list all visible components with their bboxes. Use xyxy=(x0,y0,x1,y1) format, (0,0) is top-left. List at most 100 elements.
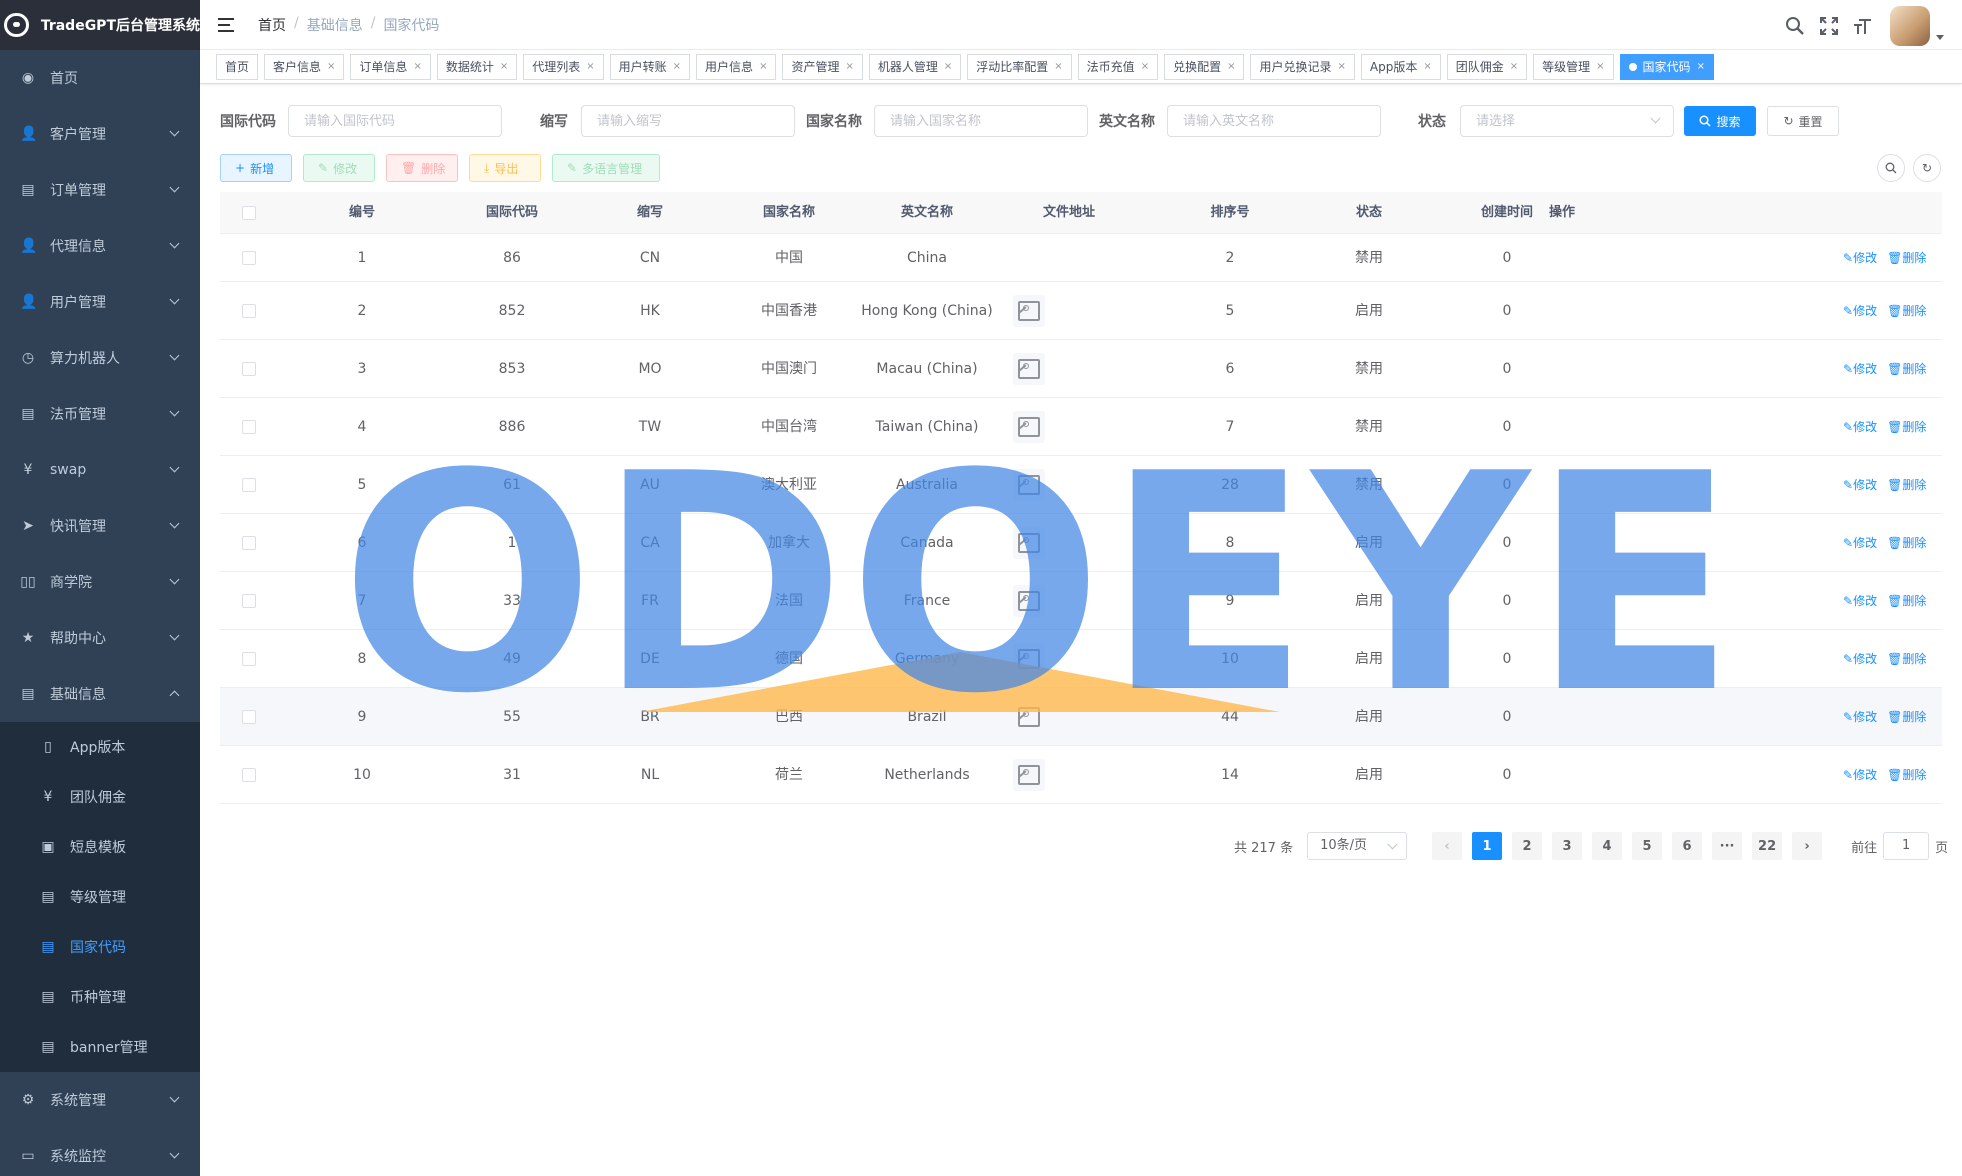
prev-page-button[interactable]: ‹ xyxy=(1432,832,1463,860)
intl-code-input[interactable] xyxy=(288,105,502,137)
sidebar-item-2[interactable]: ▤ 订单管理 xyxy=(0,162,200,218)
tag-13[interactable]: App版本 × xyxy=(1360,53,1441,80)
logo[interactable]: TradeGPT后台管理系统 xyxy=(0,0,200,50)
table-row[interactable]: 1 86 CN 中国 China 2 禁用 0 ✎修改 🗑删除 xyxy=(220,234,1942,282)
tag-3[interactable]: 数据统计 × xyxy=(436,53,518,80)
sidebar-item-3[interactable]: 👤 代理信息 xyxy=(0,218,200,274)
submenu-item-6[interactable]: ▤ banner管理 xyxy=(0,1022,200,1072)
image-placeholder-icon[interactable] xyxy=(1013,353,1045,385)
table-row[interactable]: 6 1 CA 加拿大 Canada 8 启用 0 ✎修改 🗑删除 xyxy=(220,514,1942,572)
abbr-input[interactable] xyxy=(581,105,795,137)
edit-button[interactable]: ✎ 修改 xyxy=(303,154,375,182)
row-checkbox[interactable] xyxy=(242,594,256,608)
image-placeholder-icon[interactable] xyxy=(1013,411,1045,443)
page-button-2[interactable]: 2 xyxy=(1512,832,1543,860)
close-icon[interactable]: × xyxy=(673,61,681,72)
close-icon[interactable]: × xyxy=(1697,61,1705,72)
row-checkbox[interactable] xyxy=(242,536,256,550)
sidebar-bottom-item-1[interactable]: ▭ 系统监控 xyxy=(0,1128,200,1176)
tag-1[interactable]: 客户信息 × xyxy=(264,53,345,80)
row-checkbox[interactable] xyxy=(242,251,256,265)
close-icon[interactable]: × xyxy=(1141,61,1149,72)
caret-down-icon[interactable] xyxy=(1936,34,1944,40)
table-row[interactable]: 8 49 DE 德国 Germany 10 启用 0 ✎修改 🗑删除 xyxy=(220,630,1942,688)
submenu-item-2[interactable]: ▣ 短息模板 xyxy=(0,822,200,872)
table-row[interactable]: 3 853 MO 中国澳门 Macau (China) 6 禁用 0 ✎修改 🗑删除 xyxy=(220,340,1942,398)
page-button-4[interactable]: 4 xyxy=(1592,832,1623,860)
reset-button[interactable]: ↻ 重置 xyxy=(1767,106,1839,136)
sidebar-item-9[interactable]: ▯▯ 商学院 xyxy=(0,554,200,610)
page-button-1[interactable]: 1 xyxy=(1472,832,1503,860)
page-button-5[interactable]: 5 xyxy=(1632,832,1663,860)
close-icon[interactable]: × xyxy=(500,61,508,72)
image-placeholder-icon[interactable] xyxy=(1013,295,1045,327)
tag-9[interactable]: 浮动比率配置 × xyxy=(967,53,1072,80)
table-row[interactable]: 2 852 HK 中国香港 Hong Kong (China) 5 启用 0 ✎修改 🗑删除 xyxy=(220,282,1942,340)
refresh-icon[interactable]: ↻ xyxy=(1913,154,1941,182)
delete-button[interactable]: 🗑 删除 xyxy=(386,154,458,182)
next-page-button[interactable]: › xyxy=(1792,832,1823,860)
page-button-6[interactable]: 6 xyxy=(1672,832,1703,860)
sidebar-item-0[interactable]: ◉ 首页 xyxy=(0,50,200,106)
sidebar-item-10[interactable]: ★ 帮助中心 xyxy=(0,610,200,666)
image-placeholder-icon[interactable] xyxy=(1013,585,1045,617)
close-icon[interactable]: × xyxy=(413,61,421,72)
image-placeholder-icon[interactable] xyxy=(1013,643,1045,675)
table-row[interactable]: 10 31 NL 荷兰 Netherlands 14 启用 0 ✎修改 🗑删除 xyxy=(220,746,1942,804)
row-delete-link[interactable]: 🗑删除 xyxy=(1887,304,1926,318)
submenu-item-3[interactable]: ▤ 等级管理 xyxy=(0,872,200,922)
row-checkbox[interactable] xyxy=(242,768,256,782)
row-delete-link[interactable]: 🗑删除 xyxy=(1887,362,1926,376)
table-row[interactable]: 7 33 FR 法国 France 9 启用 0 ✎修改 🗑删除 xyxy=(220,572,1942,630)
row-edit-link[interactable]: ✎修改 xyxy=(1843,536,1877,550)
row-delete-link[interactable]: 🗑删除 xyxy=(1887,478,1926,492)
submenu-item-4[interactable]: ▤ 国家代码 xyxy=(0,922,200,972)
table-row[interactable]: 4 886 TW 中国台湾 Taiwan (China) 7 禁用 0 ✎修改 🗑删除 xyxy=(220,398,1942,456)
tag-5[interactable]: 用户转账 × xyxy=(609,53,691,80)
tag-16[interactable]: 国家代码 × xyxy=(1619,53,1714,80)
close-icon[interactable]: × xyxy=(1423,61,1431,72)
close-icon[interactable]: × xyxy=(1227,61,1235,72)
row-edit-link[interactable]: ✎修改 xyxy=(1843,362,1877,376)
row-checkbox[interactable] xyxy=(242,420,256,434)
row-delete-link[interactable]: 🗑删除 xyxy=(1887,768,1926,782)
row-delete-link[interactable]: 🗑删除 xyxy=(1887,710,1926,724)
row-edit-link[interactable]: ✎修改 xyxy=(1843,478,1877,492)
goto-page-input[interactable]: 1 xyxy=(1883,832,1930,860)
submenu-item-1[interactable]: ¥ 团队佣金 xyxy=(0,772,200,822)
row-checkbox[interactable] xyxy=(242,478,256,492)
close-icon[interactable]: × xyxy=(1338,61,1346,72)
tag-0[interactable]: 首页 xyxy=(216,53,259,80)
table-row[interactable]: 5 61 AU 澳大利亚 Australia 28 禁用 0 ✎修改 🗑删除 xyxy=(220,456,1942,514)
row-delete-link[interactable]: 🗑删除 xyxy=(1887,251,1926,265)
sidebar-item-4[interactable]: 👤 用户管理 xyxy=(0,274,200,330)
image-placeholder-icon[interactable] xyxy=(1013,469,1045,501)
row-delete-link[interactable]: 🗑删除 xyxy=(1887,536,1926,550)
page-button-22[interactable]: 22 xyxy=(1752,832,1783,860)
submenu-item-0[interactable]: ▯ App版本 xyxy=(0,722,200,772)
status-select[interactable] xyxy=(1460,105,1674,137)
submenu-item-5[interactable]: ▤ 币种管理 xyxy=(0,972,200,1022)
table-row[interactable]: 9 55 BR 巴西 Brazil 44 启用 0 ✎修改 🗑删除 xyxy=(220,688,1942,746)
tag-10[interactable]: 法币充值 × xyxy=(1077,53,1159,80)
image-placeholder-icon[interactable] xyxy=(1013,701,1045,733)
page-button-3[interactable]: 3 xyxy=(1552,832,1583,860)
row-checkbox[interactable] xyxy=(242,304,256,318)
tag-2[interactable]: 订单信息 × xyxy=(350,53,431,80)
row-checkbox[interactable] xyxy=(242,362,256,376)
tag-8[interactable]: 机器人管理 × xyxy=(868,53,962,80)
row-edit-link[interactable]: ✎修改 xyxy=(1843,420,1877,434)
close-icon[interactable]: × xyxy=(845,61,853,72)
row-edit-link[interactable]: ✎修改 xyxy=(1843,304,1877,318)
close-icon[interactable]: × xyxy=(1054,61,1062,72)
tag-7[interactable]: 资产管理 × xyxy=(782,53,863,80)
tag-14[interactable]: 团队佣金 × xyxy=(1446,53,1528,80)
row-edit-link[interactable]: ✎修改 xyxy=(1843,768,1877,782)
tag-6[interactable]: 用户信息 × xyxy=(696,53,777,80)
english-name-input[interactable] xyxy=(1167,105,1381,137)
sidebar-item-8[interactable]: ➤ 快讯管理 xyxy=(0,498,200,554)
add-button[interactable]: + 新增 xyxy=(220,154,292,182)
page-size-select[interactable]: 10条/页 xyxy=(1307,832,1408,860)
tag-11[interactable]: 兑换配置 × xyxy=(1164,53,1245,80)
sidebar-item-5[interactable]: ◷ 算力机器人 xyxy=(0,330,200,386)
